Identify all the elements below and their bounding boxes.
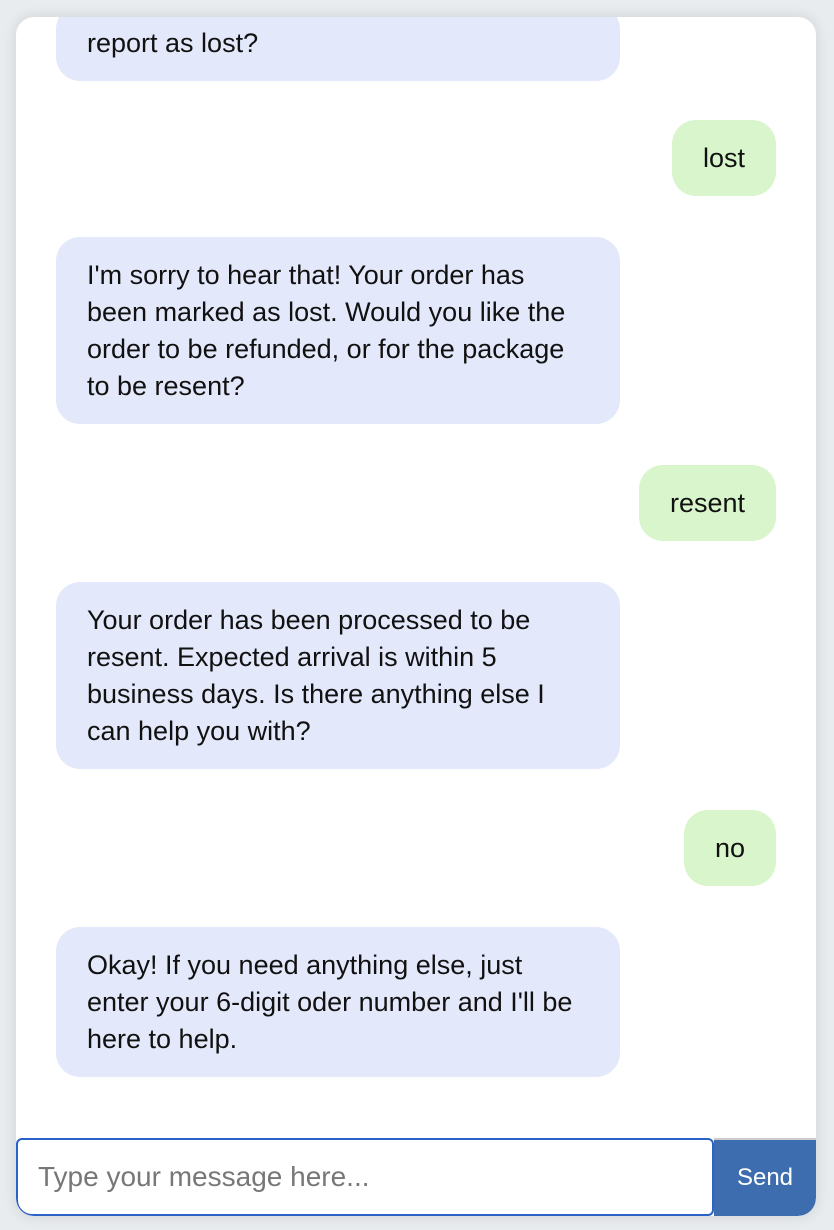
bot-message: I'm sorry to hear that! Your order has b… (56, 237, 620, 424)
message-list[interactable]: report as lost? lost I'm sorry to hear t… (16, 17, 816, 1138)
user-message: resent (638, 465, 776, 541)
bot-message: Your order has been processed to be rese… (56, 582, 620, 769)
user-message: no (683, 810, 776, 886)
chat-window: report as lost? lost I'm sorry to hear t… (16, 17, 816, 1216)
send-button[interactable]: Send (714, 1138, 816, 1216)
user-message: lost (671, 120, 776, 196)
composer: Send (16, 1138, 816, 1216)
bot-message: report as lost? (56, 17, 620, 81)
message-input[interactable] (16, 1138, 714, 1216)
bot-message: Okay! If you need anything else, just en… (56, 927, 620, 1077)
